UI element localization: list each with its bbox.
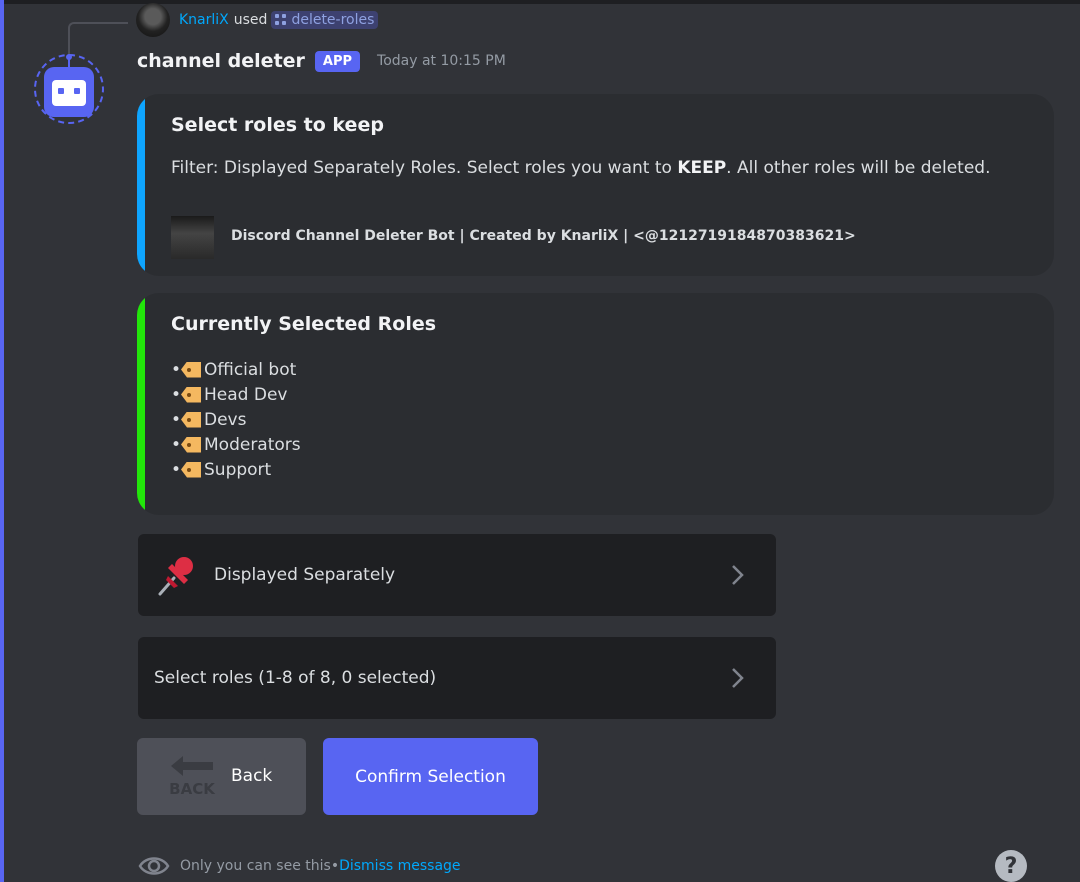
confirm-button-label: Confirm Selection [355, 766, 506, 787]
confirm-selection-button[interactable]: Confirm Selection [323, 738, 538, 815]
separator: • [330, 858, 340, 874]
label-tag-icon [181, 361, 201, 378]
chevron-right-icon [732, 668, 744, 688]
highlight-accent-bar [0, 0, 4, 882]
embed-accent-bar [137, 293, 145, 515]
role-name: Official bot [204, 359, 297, 380]
embed-description: Filter: Displayed Separately Roles. Sele… [171, 158, 991, 178]
label-tag-icon [181, 386, 201, 403]
role-name: Moderators [204, 434, 301, 455]
ephemeral-text: Only you can see this [180, 858, 331, 874]
robot-antenna [66, 54, 72, 60]
robot-eye-left [58, 88, 64, 94]
list-item: • Support [171, 459, 272, 480]
dismiss-message-link[interactable]: Dismiss message [339, 858, 460, 874]
bot-avatar[interactable] [34, 54, 104, 124]
role-name: Head Dev [204, 384, 288, 405]
back-button[interactable]: BACK Back [137, 738, 306, 815]
embed-title: Currently Selected Roles [171, 313, 437, 335]
roles-select-menu[interactable]: Select roles (1-8 of 8, 0 selected) [138, 637, 776, 719]
list-item: • Moderators [171, 434, 301, 455]
back-button-label: Back [231, 766, 273, 786]
list-item: • Devs [171, 409, 247, 430]
embed-accent-bar [137, 94, 145, 276]
list-item: • Official bot [171, 359, 297, 380]
bot-username[interactable]: channel deleter [137, 50, 305, 72]
robot-face [52, 80, 86, 106]
message-header: channel deleter APP Today at 10:15 PM [137, 50, 506, 72]
embed-title: Select roles to keep [171, 114, 384, 136]
desc-suffix: . All other roles will be deleted. [726, 158, 991, 178]
list-item: • Head Dev [171, 384, 288, 405]
select-label: Select roles (1-8 of 8, 0 selected) [154, 668, 437, 688]
chevron-right-icon [732, 565, 744, 585]
help-icon[interactable]: ? [995, 850, 1027, 882]
ephemeral-notice: Only you can see this • Dismiss message [138, 852, 461, 880]
label-tag-icon [181, 436, 201, 453]
top-divider [4, 0, 1080, 4]
desc-prefix: Filter: Displayed Separately Roles. Sele… [171, 158, 678, 178]
select-label: Displayed Separately [214, 565, 396, 585]
command-name: delete-roles [291, 12, 375, 28]
invoker-avatar[interactable] [136, 3, 170, 37]
command-invocation: KnarliX used delete-roles [136, 3, 379, 37]
invoker-username[interactable]: KnarliX [179, 12, 229, 28]
discord-chat-view: KnarliX used delete-roles channel delete… [0, 0, 1080, 882]
role-list: • Official bot • Head Dev • Devs • Moderator… [171, 357, 301, 482]
embed-footer-text: Discord Channel Deleter Bot | Created by… [231, 228, 856, 244]
label-tag-icon [181, 411, 201, 428]
eye-icon [138, 857, 170, 875]
reply-connector-line [68, 22, 128, 58]
app-command-icon [275, 14, 287, 26]
pushpin-icon [158, 557, 193, 596]
slash-command-chip[interactable]: delete-roles [271, 11, 379, 29]
desc-bold: KEEP [677, 158, 727, 178]
footer-icon [171, 216, 214, 259]
role-name: Devs [204, 409, 247, 430]
back-emoji-text: BACK [169, 780, 216, 798]
message-timestamp[interactable]: Today at 10:15 PM [377, 53, 506, 69]
filter-select-menu[interactable]: Displayed Separately [138, 534, 776, 616]
embed-select-roles: Select roles to keep Filter: Displayed S… [137, 94, 1054, 276]
embed-current-roles: Currently Selected Roles • Official bot •… [137, 293, 1054, 515]
app-badge: APP [314, 50, 361, 72]
back-arrow-icon: BACK [169, 756, 216, 798]
used-label: used [233, 12, 268, 28]
robot-eye-right [74, 88, 80, 94]
robot-icon [44, 67, 94, 117]
role-name: Support [204, 459, 272, 480]
label-tag-icon [181, 461, 201, 478]
